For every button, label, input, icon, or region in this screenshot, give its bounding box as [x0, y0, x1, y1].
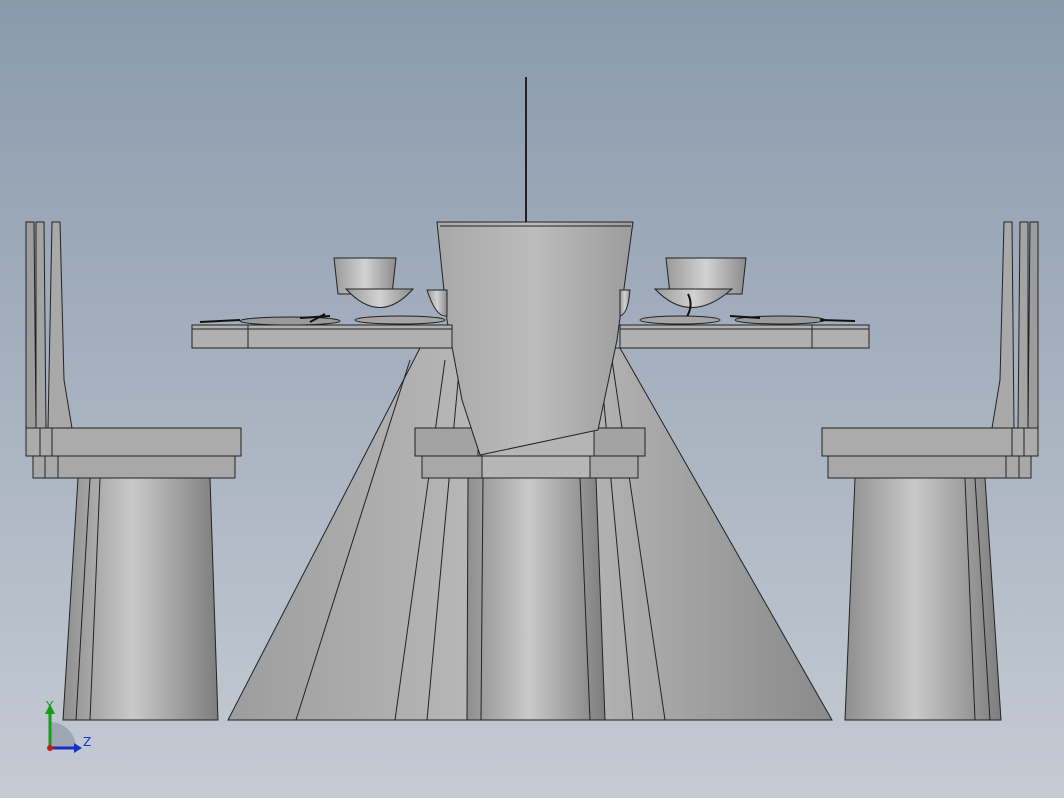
chair-right-backrest	[1027, 221, 1039, 429]
saucer-left	[354, 315, 446, 325]
y-axis-label: Y	[45, 699, 54, 713]
chair-center-base	[466, 477, 606, 721]
model-view[interactable]: Y Z	[0, 0, 1064, 798]
saucer-right	[639, 315, 721, 325]
triad-origin	[47, 745, 53, 751]
plate-left	[239, 316, 341, 326]
z-axis-label: Z	[83, 735, 91, 749]
chair-left-backrest	[25, 221, 37, 429]
cad-viewport[interactable]: Y Z	[0, 0, 1064, 798]
chair-left-seat	[25, 427, 242, 457]
chair-left-base	[62, 477, 219, 721]
chair-right-seat	[821, 427, 1039, 457]
